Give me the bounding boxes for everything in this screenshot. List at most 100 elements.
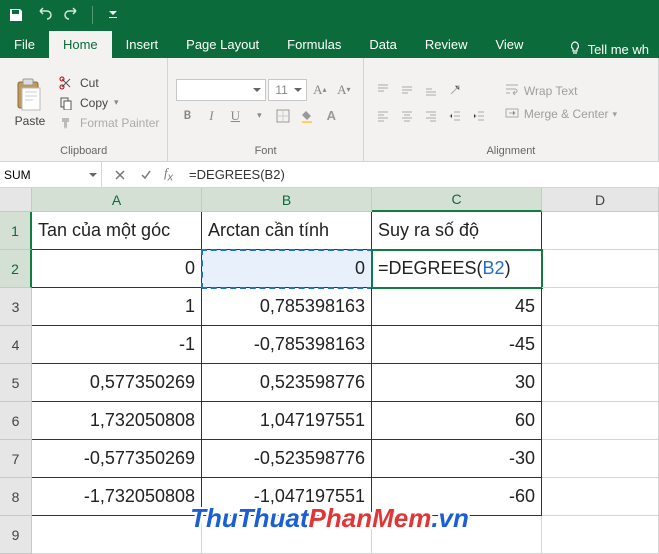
cell-a6[interactable]: 1,732050808 bbox=[32, 402, 202, 440]
fill-color-button[interactable] bbox=[296, 105, 318, 127]
row-header-7[interactable]: 7 bbox=[0, 440, 32, 478]
ribbon: Paste Cut Copy ▾ bbox=[0, 58, 659, 162]
cell-c8[interactable]: -60 bbox=[372, 478, 542, 516]
cell-d2[interactable] bbox=[542, 250, 659, 288]
copy-button[interactable]: Copy ▾ bbox=[58, 95, 159, 111]
redo-icon[interactable] bbox=[64, 7, 80, 23]
tell-me[interactable]: Tell me wh bbox=[558, 41, 659, 58]
row-header-3[interactable]: 3 bbox=[0, 288, 32, 326]
increase-indent-button[interactable] bbox=[468, 105, 490, 127]
cell-c9[interactable] bbox=[372, 516, 542, 554]
decrease-indent-button[interactable] bbox=[444, 105, 466, 127]
cell-c1[interactable]: Suy ra số độ bbox=[372, 212, 542, 250]
align-center-button[interactable] bbox=[396, 105, 418, 127]
align-left-button[interactable] bbox=[372, 105, 394, 127]
cell-d1[interactable] bbox=[542, 212, 659, 250]
align-top-button[interactable] bbox=[372, 79, 394, 101]
group-alignment: Wrap Text Merge & Center ▾ Alignment bbox=[364, 58, 659, 161]
enter-icon[interactable] bbox=[138, 167, 154, 183]
cell-d4[interactable] bbox=[542, 326, 659, 364]
borders-button[interactable] bbox=[272, 105, 294, 127]
cell-b8[interactable]: -1,047197551 bbox=[202, 478, 372, 516]
col-header-d[interactable]: D bbox=[542, 188, 659, 212]
tab-insert[interactable]: Insert bbox=[112, 31, 173, 58]
cell-b1[interactable]: Arctan cần tính bbox=[202, 212, 372, 250]
col-header-c[interactable]: C bbox=[372, 188, 542, 212]
cell-c2-editing[interactable]: =DEGREES(B2) bbox=[372, 250, 542, 288]
cell-c6[interactable]: 60 bbox=[372, 402, 542, 440]
fx-icon[interactable]: fx bbox=[164, 165, 173, 184]
row-header-8[interactable]: 8 bbox=[0, 478, 32, 516]
cell-b9[interactable] bbox=[202, 516, 372, 554]
cell-a8[interactable]: -1,732050808 bbox=[32, 478, 202, 516]
name-box[interactable]: SUM bbox=[0, 162, 102, 187]
cell-c4[interactable]: -45 bbox=[372, 326, 542, 364]
cell-d5[interactable] bbox=[542, 364, 659, 402]
wrap-text-icon bbox=[504, 82, 520, 101]
row-header-2[interactable]: 2 bbox=[0, 250, 32, 288]
cell-d9[interactable] bbox=[542, 516, 659, 554]
cell-d7[interactable] bbox=[542, 440, 659, 478]
spreadsheet-grid[interactable]: A B C D 1 Tan của một góc Arctan cần tín… bbox=[0, 188, 659, 554]
row-header-1[interactable]: 1 bbox=[0, 212, 32, 250]
col-header-b[interactable]: B bbox=[202, 188, 372, 212]
qat-dropdown-icon[interactable] bbox=[105, 7, 121, 23]
tab-page-layout[interactable]: Page Layout bbox=[172, 31, 273, 58]
increase-font-button[interactable]: A▴ bbox=[309, 79, 331, 101]
tab-home[interactable]: Home bbox=[49, 31, 112, 58]
cell-a3[interactable]: 1 bbox=[32, 288, 202, 326]
cancel-icon[interactable] bbox=[112, 167, 128, 183]
row-header-6[interactable]: 6 bbox=[0, 402, 32, 440]
cell-b6[interactable]: 1,047197551 bbox=[202, 402, 372, 440]
col-header-a[interactable]: A bbox=[32, 188, 202, 212]
cell-a9[interactable] bbox=[32, 516, 202, 554]
cell-b7[interactable]: -0,523598776 bbox=[202, 440, 372, 478]
cut-button[interactable]: Cut bbox=[58, 75, 159, 91]
undo-icon[interactable] bbox=[36, 7, 52, 23]
format-painter-button[interactable]: Format Painter bbox=[58, 115, 159, 131]
tab-view[interactable]: View bbox=[481, 31, 537, 58]
copy-icon bbox=[58, 95, 74, 111]
cell-a1[interactable]: Tan của một góc bbox=[32, 212, 202, 250]
italic-button[interactable]: I bbox=[200, 105, 222, 127]
chevron-down-icon[interactable]: ▾ bbox=[248, 105, 270, 127]
align-right-button[interactable] bbox=[420, 105, 442, 127]
formula-input[interactable]: =DEGREES(B2) bbox=[183, 167, 659, 182]
underline-button[interactable]: U bbox=[224, 105, 246, 127]
tab-data[interactable]: Data bbox=[355, 31, 410, 58]
tab-review[interactable]: Review bbox=[411, 31, 482, 58]
align-middle-button[interactable] bbox=[396, 79, 418, 101]
font-size-dropdown[interactable]: 11 bbox=[268, 79, 306, 101]
cell-a4[interactable]: -1 bbox=[32, 326, 202, 364]
cell-a2[interactable]: 0 bbox=[32, 250, 202, 288]
cell-a7[interactable]: -0,577350269 bbox=[32, 440, 202, 478]
cell-c3[interactable]: 45 bbox=[372, 288, 542, 326]
cell-c7[interactable]: -30 bbox=[372, 440, 542, 478]
cell-c5[interactable]: 30 bbox=[372, 364, 542, 402]
cell-b4[interactable]: -0,785398163 bbox=[202, 326, 372, 364]
tab-formulas[interactable]: Formulas bbox=[273, 31, 355, 58]
cell-b5[interactable]: 0,523598776 bbox=[202, 364, 372, 402]
cell-d3[interactable] bbox=[542, 288, 659, 326]
row-header-4[interactable]: 4 bbox=[0, 326, 32, 364]
wrap-text-button[interactable]: Wrap Text bbox=[504, 82, 617, 101]
font-color-button[interactable]: A bbox=[320, 105, 342, 127]
cell-d8[interactable] bbox=[542, 478, 659, 516]
scissors-icon bbox=[58, 75, 74, 91]
merge-center-button[interactable]: Merge & Center ▾ bbox=[504, 105, 617, 124]
cell-d6[interactable] bbox=[542, 402, 659, 440]
row-header-9[interactable]: 9 bbox=[0, 516, 32, 554]
cell-b2[interactable]: 0 bbox=[202, 250, 372, 288]
bold-button[interactable]: B bbox=[176, 105, 198, 127]
paste-button[interactable]: Paste bbox=[8, 62, 52, 143]
align-bottom-button[interactable] bbox=[420, 79, 442, 101]
decrease-font-button[interactable]: A▾ bbox=[333, 79, 355, 101]
row-header-5[interactable]: 5 bbox=[0, 364, 32, 402]
font-face-dropdown[interactable] bbox=[176, 79, 266, 101]
select-all-corner[interactable] bbox=[0, 188, 32, 212]
cell-a5[interactable]: 0,577350269 bbox=[32, 364, 202, 402]
save-icon[interactable] bbox=[8, 7, 24, 23]
tab-file[interactable]: File bbox=[0, 31, 49, 58]
orientation-button[interactable] bbox=[444, 79, 466, 101]
cell-b3[interactable]: 0,785398163 bbox=[202, 288, 372, 326]
